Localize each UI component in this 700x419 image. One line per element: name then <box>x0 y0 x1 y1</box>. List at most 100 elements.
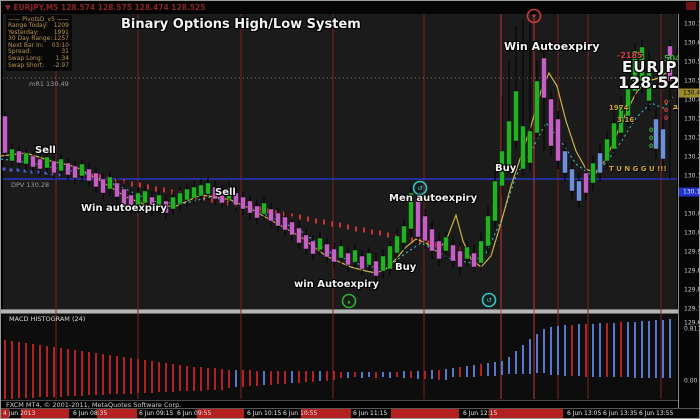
trend-dot-red <box>131 181 133 187</box>
price-axis-label: 130.390 <box>684 115 699 123</box>
time-axis[interactable]: 4 Jun 2013 6 Jun 08:35 6 Jun 09:15 6 Jun 09… <box>1 408 699 418</box>
candle <box>373 260 379 277</box>
candle <box>471 252 477 268</box>
pivots-panel-rows: Range Today: 1209 Yesterday: 1991 30 Day Ran… <box>8 22 69 69</box>
pivot-dpv-label: DPV 130.28 <box>11 181 50 189</box>
trend-dot-red <box>147 184 149 190</box>
trend-dot-red <box>339 222 341 228</box>
trade-annotation: Sell <box>215 187 236 198</box>
price-axis-label: 130.000 <box>684 229 699 237</box>
candle <box>44 156 50 169</box>
candle <box>457 250 463 268</box>
price-axis-label: 130.585 <box>684 58 699 66</box>
candle <box>359 255 365 270</box>
trend-dot-red <box>331 221 333 227</box>
candle <box>170 196 176 210</box>
candle <box>100 178 106 194</box>
candle <box>464 246 470 260</box>
trend-dot-red <box>139 182 141 188</box>
candle <box>191 186 197 199</box>
candle <box>240 196 246 210</box>
candle <box>485 215 491 247</box>
candle <box>268 208 274 222</box>
candle <box>23 152 29 165</box>
price-axis-label: 130.195 <box>684 172 699 180</box>
trend-dot-red <box>347 224 349 230</box>
trend-dot-red <box>363 227 365 233</box>
trade-annotation: Buy <box>395 262 417 273</box>
candle <box>436 240 442 260</box>
candle <box>289 221 295 236</box>
candle <box>366 252 372 266</box>
price-axis-label: 129.740 <box>684 305 699 313</box>
candle <box>387 245 393 270</box>
candle <box>443 236 449 252</box>
time-label: 6 Jun 13:35 <box>603 410 638 417</box>
price-axis-label: 130.455 <box>684 96 699 104</box>
macd-axis-label: 0.8117 <box>684 325 699 333</box>
time-label: 6 Jun 11:15 <box>353 410 388 417</box>
candle <box>541 57 547 99</box>
candle <box>338 245 344 259</box>
candle <box>303 234 309 250</box>
time-label: 6 Jun 08:35 <box>73 410 108 417</box>
quote-stat-left-1: 1974 <box>609 104 629 112</box>
price-axis[interactable]: 130.715 130.650 130.585 130.520 130.455 130.3… <box>678 14 699 418</box>
price-axis-label: 130.715 <box>684 20 699 28</box>
indicator-value-stack-green: 0 0 0 <box>649 127 654 150</box>
candle <box>352 249 358 263</box>
candle <box>142 190 148 204</box>
candle <box>2 115 8 154</box>
candle <box>324 243 330 258</box>
macd-axis-label: 0.00 <box>684 377 698 385</box>
candle <box>254 205 260 219</box>
price-axis-label: 129.935 <box>684 248 699 256</box>
trend-dot-red <box>315 218 317 224</box>
time-label: 6 Jun 10:15 <box>247 410 282 417</box>
candle <box>72 165 78 179</box>
banner-title: Binary Options High/Low System <box>121 17 361 32</box>
price-axis-label: 129.870 <box>684 267 699 275</box>
trend-dot-red <box>155 186 157 192</box>
candle <box>86 168 92 182</box>
candle <box>569 168 575 192</box>
time-label: 6 Jun 13:05 <box>567 410 602 417</box>
candle <box>450 244 456 262</box>
price-axis-label: 130.520 <box>684 77 699 85</box>
trend-dot-red <box>371 229 373 235</box>
signal-marker-glyph: ↺ <box>417 185 423 193</box>
candle <box>534 80 540 134</box>
candle <box>520 125 526 170</box>
candle <box>492 180 498 222</box>
candle <box>562 150 568 174</box>
signal-marker-glyph: ▴ <box>347 298 351 306</box>
time-label: 6 Jun 09:55 <box>177 410 212 417</box>
trend-dot-blue <box>9 168 13 172</box>
candle <box>548 98 554 147</box>
time-label: 6 Jun 10:55 <box>283 410 318 417</box>
macd-title: MACD HISTOGRAM (24) <box>9 315 86 323</box>
mt4-window: ▼ EURJPY,M5 128.574 128.575 128.474 128.… <box>0 0 700 419</box>
info-row-label: Swap Short: <box>8 61 45 69</box>
candle <box>401 225 407 244</box>
candle <box>345 252 351 266</box>
trend-dot-blue <box>2 167 6 171</box>
trend-dot-red <box>387 232 389 238</box>
trade-annotation: Sell <box>35 145 56 156</box>
candle <box>177 192 183 205</box>
candle <box>30 155 36 168</box>
candle <box>247 200 253 214</box>
time-label: 4 Jun 2013 <box>3 410 36 417</box>
candle <box>184 188 190 201</box>
price-axis-label: 130.065 <box>684 210 699 218</box>
candle <box>604 138 610 162</box>
candle <box>597 152 603 174</box>
info-row-value: -2.97 <box>53 61 69 69</box>
candle <box>51 160 57 174</box>
time-axis-highlight <box>391 409 459 418</box>
time-label: 6 Jun 13:55 <box>639 410 674 417</box>
candle <box>527 130 533 164</box>
candle <box>660 128 666 160</box>
candle <box>261 202 267 215</box>
price-axis-label: 129.805 <box>684 286 699 294</box>
